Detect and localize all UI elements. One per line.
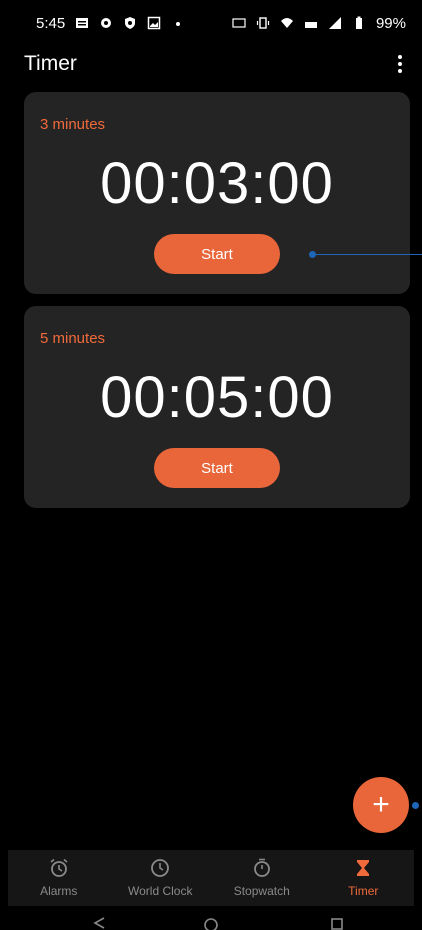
- add-timer-button[interactable]: +: [353, 777, 409, 833]
- annotation-dot: [412, 802, 419, 809]
- status-time: 5:45: [36, 14, 66, 32]
- timer-label[interactable]: 3 minutes: [40, 116, 105, 133]
- tab-world-clock[interactable]: World Clock: [110, 850, 212, 906]
- tab-stopwatch[interactable]: Stopwatch: [211, 850, 313, 906]
- plus-icon: +: [372, 788, 390, 821]
- back-icon[interactable]: [92, 916, 106, 930]
- bottom-nav: Alarms World Clock Stopwatch Timer: [8, 850, 414, 906]
- start-button[interactable]: Start: [154, 448, 280, 488]
- timer-card[interactable]: 3 minutes 00:03:00 Start: [24, 92, 410, 294]
- tab-label: World Clock: [128, 884, 193, 898]
- battery-percent: 99%: [375, 14, 406, 32]
- app-bar: Timer: [0, 46, 422, 82]
- clock-icon: [151, 859, 170, 877]
- page-title: Timer: [24, 52, 77, 75]
- alarm-icon: [50, 858, 68, 877]
- vibrate-icon: [256, 16, 270, 30]
- more-options-icon[interactable]: [392, 52, 408, 76]
- tab-timer[interactable]: Timer: [313, 850, 415, 906]
- home-icon[interactable]: [204, 916, 218, 930]
- start-button[interactable]: Start: [154, 234, 280, 274]
- annotation-line: [312, 254, 422, 255]
- timer-card[interactable]: 5 minutes 00:05:00 Start: [24, 306, 410, 508]
- system-nav-bar: [8, 906, 414, 930]
- gear-icon: [99, 16, 113, 30]
- message-icon: [75, 16, 89, 30]
- battery-icon: [352, 16, 366, 30]
- dot-icon: [171, 16, 185, 30]
- wifi-icon: [280, 16, 294, 30]
- tab-label: Stopwatch: [233, 884, 290, 898]
- nfc-icon: [232, 16, 246, 30]
- stopwatch-icon: [253, 858, 270, 877]
- signal-icon: [328, 16, 342, 30]
- status-left: 5:45: [36, 15, 185, 32]
- timer-time: 00:03:00: [100, 151, 334, 216]
- annotation-dot: [309, 251, 316, 258]
- tab-alarms[interactable]: Alarms: [8, 850, 110, 906]
- tab-label: Alarms: [40, 884, 78, 898]
- image-icon: [147, 16, 161, 30]
- hourglass-icon: [357, 860, 370, 876]
- timer-label[interactable]: 5 minutes: [40, 330, 105, 347]
- shield-icon: [123, 16, 137, 30]
- volte-icon: [304, 16, 318, 30]
- tab-label: Timer: [348, 884, 379, 898]
- status-bar: 5:45 99%: [0, 0, 422, 46]
- status-right: 99%: [232, 15, 406, 32]
- timer-time: 00:05:00: [100, 365, 334, 430]
- recents-icon[interactable]: [330, 916, 344, 930]
